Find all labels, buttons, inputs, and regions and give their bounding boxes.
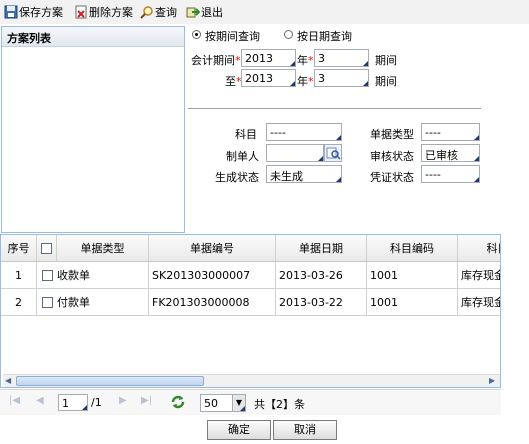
total-count-text: 共【2】条 bbox=[254, 398, 305, 411]
col-header-subject-code[interactable]: 科目编码 bbox=[367, 235, 458, 261]
total-pages-text: /1 bbox=[91, 396, 102, 409]
first-page-icon[interactable]: |◀ bbox=[9, 395, 20, 406]
magnifier-icon bbox=[140, 5, 154, 19]
save-scheme-button[interactable]: 保存方案 bbox=[4, 3, 63, 21]
voucher-status-label: 凭证状态 bbox=[370, 171, 414, 184]
audit-status-select[interactable]: 已审核 bbox=[421, 144, 480, 162]
col-header-code[interactable]: 单据编号 bbox=[149, 235, 276, 261]
row-code: FK201303000008 bbox=[149, 289, 276, 315]
col-header-no[interactable]: 序号 bbox=[1, 235, 37, 261]
ok-button[interactable]: 确定 bbox=[207, 420, 271, 440]
search-person-icon bbox=[326, 147, 341, 160]
table-row[interactable]: 2 付款单 FK201303000008 2013-03-22 1001 库存现… bbox=[1, 289, 500, 316]
row-date: 2013-03-22 bbox=[276, 289, 367, 315]
subject-label: 科目 bbox=[235, 128, 257, 141]
by-date-radio[interactable] bbox=[284, 30, 293, 39]
row-no: 1 bbox=[1, 262, 37, 288]
row-type-cell: 付款单 bbox=[37, 289, 149, 315]
delete-scheme-label: 删除方案 bbox=[89, 6, 133, 19]
scheme-list-panel: 方案列表 bbox=[1, 26, 185, 233]
table-row[interactable]: 1 收款单 SK201303000007 2013-03-26 1001 库存现… bbox=[1, 262, 500, 289]
last-page-icon[interactable]: ▶| bbox=[141, 395, 152, 406]
delete-document-icon bbox=[74, 5, 88, 19]
page-size-value: 50 bbox=[204, 397, 218, 410]
scheme-list-title: 方案列表 bbox=[2, 27, 184, 47]
from-year-label: 年* bbox=[297, 54, 314, 67]
scroll-right-icon[interactable]: ▶ bbox=[489, 376, 499, 386]
section-divider bbox=[188, 108, 481, 110]
row-subject-code: 1001 bbox=[367, 262, 458, 288]
refresh-icon[interactable] bbox=[169, 393, 187, 411]
pager: |◀ ◀ 1 /1 ▶ ▶| 50 ▼ 共【2】条 bbox=[0, 389, 501, 415]
col-header-subject[interactable]: 科目 bbox=[458, 235, 501, 261]
voucher-status-select[interactable]: ---- bbox=[421, 165, 480, 183]
query-label: 查询 bbox=[155, 6, 177, 19]
by-date-label: 按日期查询 bbox=[297, 30, 352, 43]
page-number-input[interactable]: 1 bbox=[58, 394, 88, 411]
audit-status-label: 审核状态 bbox=[370, 150, 414, 163]
from-year-input[interactable]: 2013 bbox=[241, 49, 296, 67]
exit-button[interactable]: 退出 bbox=[186, 3, 223, 21]
cancel-button[interactable]: 取消 bbox=[273, 420, 337, 440]
col-header-select-all[interactable] bbox=[37, 235, 57, 261]
period-from-label: 会计期间* bbox=[191, 54, 241, 67]
to-period-input[interactable]: 3 bbox=[314, 69, 369, 87]
row-code: SK201303000007 bbox=[149, 262, 276, 288]
period-to-label: 至* bbox=[225, 75, 242, 88]
row-checkbox[interactable] bbox=[42, 269, 53, 281]
delete-scheme-button[interactable]: 删除方案 bbox=[74, 3, 133, 21]
scroll-left-icon[interactable]: ◀ bbox=[5, 376, 15, 386]
to-year-input[interactable]: 2013 bbox=[241, 69, 296, 87]
row-subject-code: 1001 bbox=[367, 289, 458, 315]
row-date: 2013-03-26 bbox=[276, 262, 367, 288]
row-type: 收款单 bbox=[57, 269, 90, 282]
to-year-label: 年* bbox=[297, 75, 314, 88]
grid-header: 序号 单据类型 单据编号 单据日期 科目编码 科目 bbox=[1, 235, 501, 262]
subject-select[interactable]: ---- bbox=[266, 123, 342, 141]
by-period-label: 按期间查询 bbox=[205, 30, 260, 43]
gen-status-label: 生成状态 bbox=[215, 171, 259, 184]
row-no: 2 bbox=[1, 289, 37, 315]
doc-type-select[interactable]: ---- bbox=[421, 123, 480, 141]
col-header-type[interactable]: 单据类型 bbox=[57, 235, 149, 261]
query-button[interactable]: 查询 bbox=[140, 3, 177, 21]
prev-page-icon[interactable]: ◀ bbox=[36, 395, 44, 406]
col-header-date[interactable]: 单据日期 bbox=[276, 235, 367, 261]
doc-type-label: 单据类型 bbox=[370, 128, 414, 141]
row-subject: 库存现金 bbox=[458, 289, 500, 315]
row-subject: 库存现金 bbox=[458, 262, 500, 288]
from-period-label: 期间 bbox=[375, 54, 397, 67]
row-type-cell: 收款单 bbox=[37, 262, 149, 288]
save-scheme-label: 保存方案 bbox=[19, 6, 63, 19]
select-all-checkbox[interactable] bbox=[41, 242, 52, 254]
scroll-thumb[interactable] bbox=[16, 376, 204, 386]
row-checkbox[interactable] bbox=[42, 296, 53, 308]
page-size-select[interactable]: 50 ▼ bbox=[200, 394, 246, 412]
toolbar: 保存方案 删除方案 查询 退出 bbox=[0, 0, 529, 24]
to-period-label: 期间 bbox=[375, 75, 397, 88]
creator-input[interactable] bbox=[266, 144, 324, 162]
from-period-input[interactable]: 3 bbox=[314, 49, 369, 67]
by-period-radio[interactable] bbox=[192, 30, 201, 39]
next-page-icon[interactable]: ▶ bbox=[119, 395, 127, 406]
exit-label: 退出 bbox=[201, 6, 223, 19]
horizontal-scrollbar[interactable]: ◀ ▶ bbox=[3, 374, 500, 387]
chevron-down-icon[interactable]: ▼ bbox=[232, 395, 245, 411]
creator-label: 制单人 bbox=[226, 150, 259, 163]
floppy-disk-icon bbox=[4, 5, 18, 19]
result-grid: 序号 单据类型 单据编号 单据日期 科目编码 科目 1 收款单 SK201303… bbox=[0, 234, 501, 388]
gen-status-select[interactable]: 未生成 bbox=[266, 165, 342, 183]
exit-icon bbox=[186, 5, 201, 19]
creator-picker-button[interactable] bbox=[324, 144, 342, 162]
row-type: 付款单 bbox=[57, 296, 90, 309]
